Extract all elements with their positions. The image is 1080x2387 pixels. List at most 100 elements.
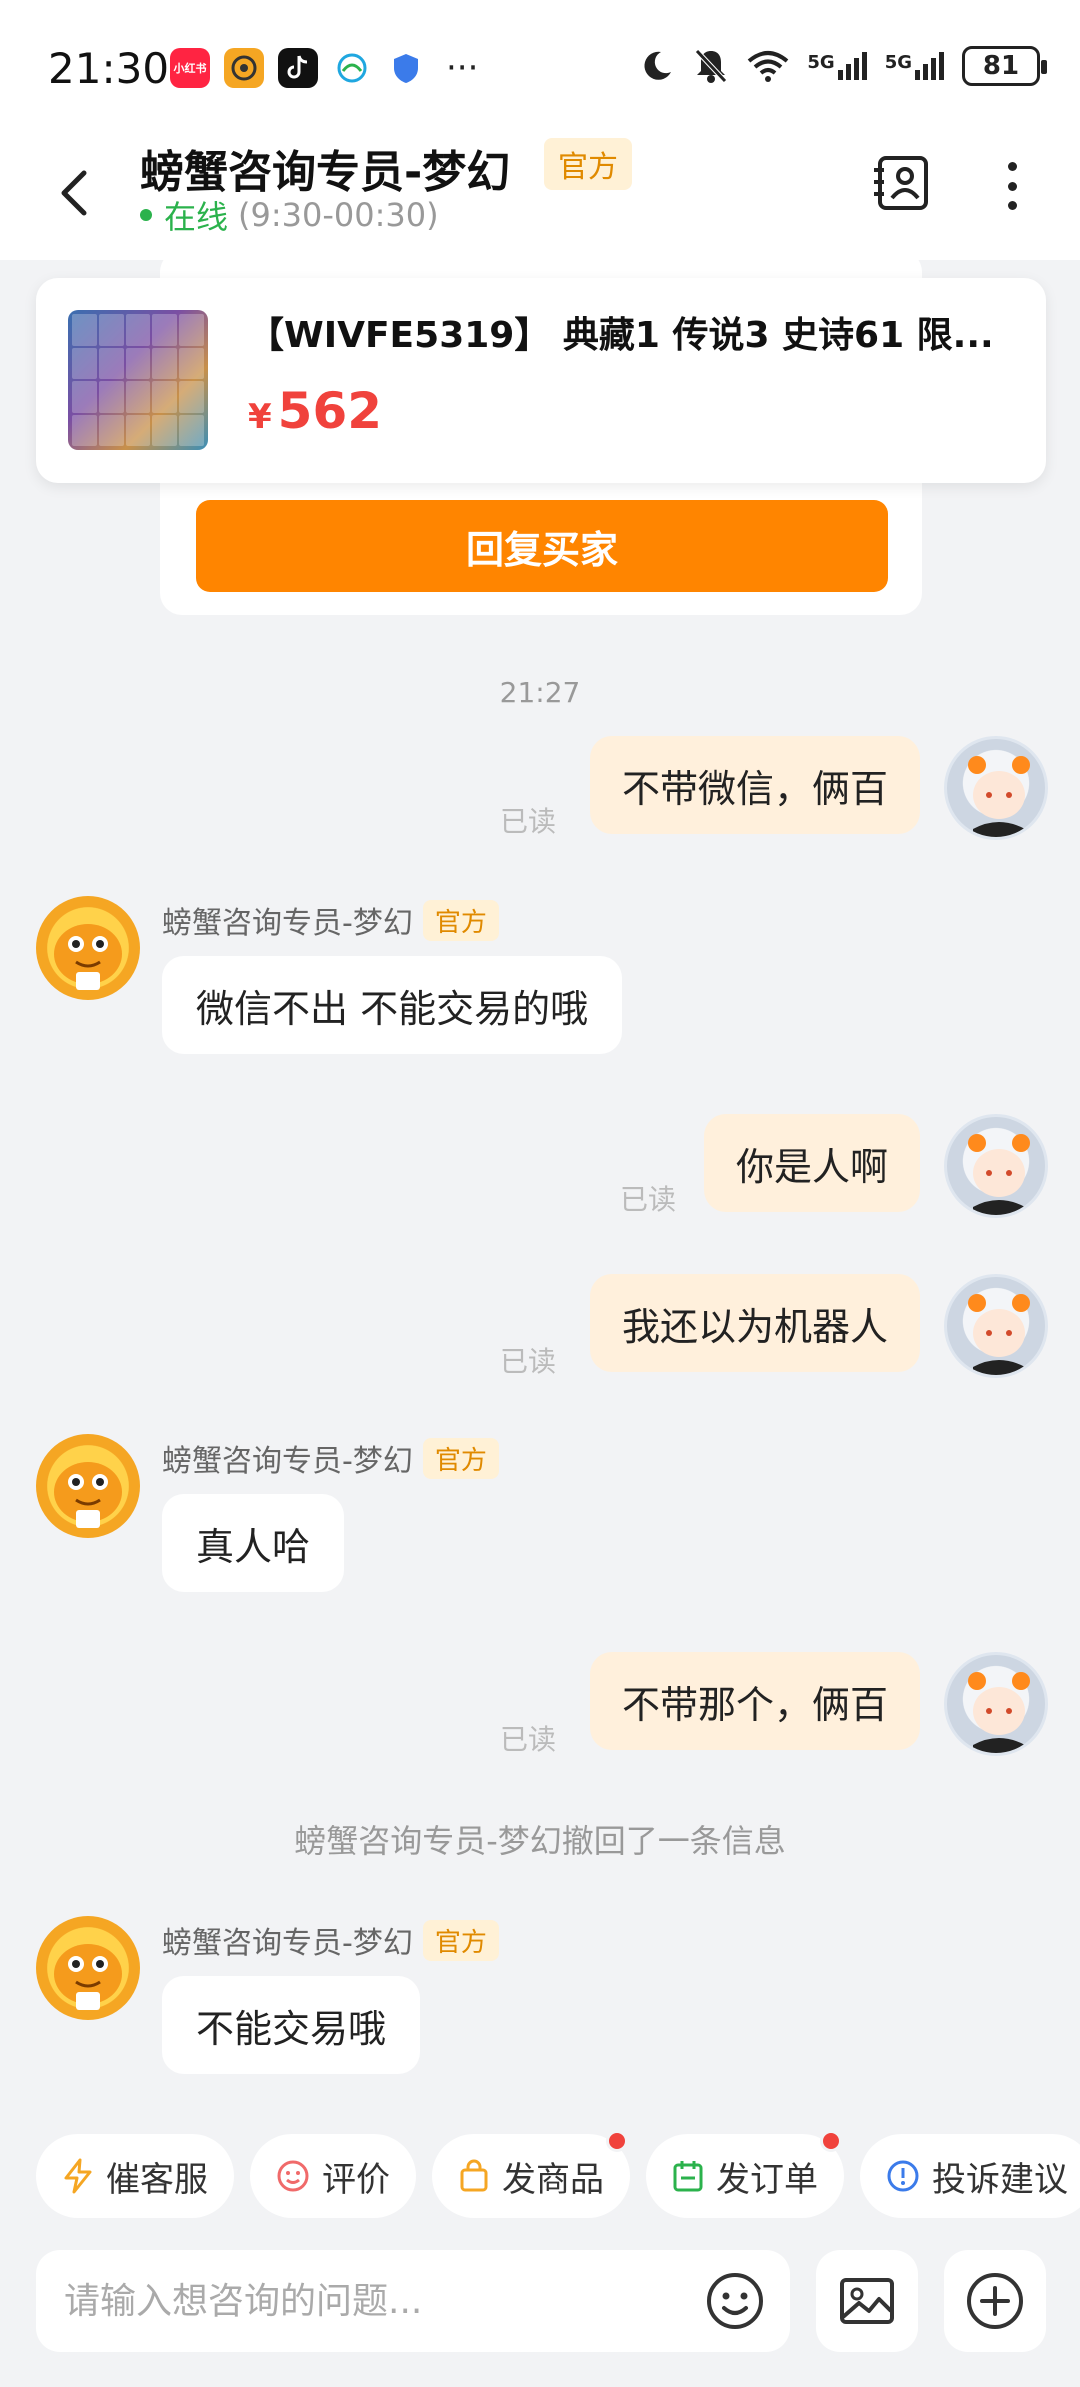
rate-button[interactable]: 评价	[250, 2134, 416, 2218]
emoji-button[interactable]	[704, 2270, 766, 2332]
status-app-icons: 小红书 ···	[170, 48, 478, 88]
user-avatar-icon	[968, 1294, 1030, 1375]
agent-name-row: 螃蟹咨询专员-梦幻 官方	[162, 898, 499, 942]
my-message-bubble[interactable]: 不带那个，俩百	[589, 1652, 920, 1750]
read-receipt: 已读	[500, 805, 557, 838]
user-avatar-icon	[968, 1672, 1030, 1753]
more-options-button[interactable]	[990, 156, 1034, 216]
product-thumbnail	[68, 310, 208, 450]
send-product-button[interactable]: 发商品	[432, 2130, 630, 2218]
agent-message-bubble[interactable]: 微信不出 不能交易的哦	[162, 956, 623, 1054]
message-input[interactable]	[64, 2250, 684, 2352]
notification-dot-icon	[820, 2130, 842, 2152]
agent-name: 螃蟹咨询专员-梦幻	[162, 1444, 413, 1479]
chip-label: 发订单	[716, 2159, 818, 2200]
chip-label: 投诉建议	[932, 2159, 1068, 2200]
online-status-label: 在线	[164, 198, 229, 236]
mobile-carrier-icon	[332, 48, 372, 88]
status-bar: 21:30 小红书 ··· 5G 5G 81	[0, 0, 1080, 130]
chip-label: 评价	[322, 2159, 390, 2200]
read-receipt: 已读	[500, 1345, 557, 1378]
official-badge: 官方	[422, 1919, 499, 1961]
agent-name: 螃蟹咨询专员-梦幻	[162, 1926, 413, 1961]
my-avatar[interactable]	[944, 1652, 1048, 1756]
contact-card-icon	[874, 156, 928, 210]
price-value: 562	[277, 382, 383, 440]
crab-mascot-icon	[54, 924, 122, 990]
info-icon	[887, 2160, 919, 2192]
more-dot-icon	[1007, 181, 1017, 191]
signal-5g-1-icon: 5G	[807, 52, 867, 80]
agent-avatar[interactable]	[36, 1916, 140, 2020]
lightning-icon	[64, 2158, 92, 2194]
mute-bell-icon	[695, 49, 728, 83]
more-functions-button[interactable]	[944, 2250, 1046, 2352]
my-message-bubble[interactable]: 不带微信，俩百	[589, 736, 920, 834]
chat-timestamp: 21:27	[499, 676, 581, 709]
agent-avatar[interactable]	[36, 1434, 140, 1538]
official-badge: 官方	[544, 138, 632, 190]
shield-icon	[386, 48, 426, 88]
my-avatar[interactable]	[944, 1274, 1048, 1378]
agent-message-bubble[interactable]: 不能交易哦	[162, 1976, 421, 2074]
plus-circle-icon	[967, 2273, 1023, 2329]
chat-header: 螃蟹咨询专员-梦幻 官方 在线 (9:30-00:30)	[0, 130, 1080, 260]
moon-icon	[644, 51, 672, 80]
read-receipt: 已读	[500, 1723, 557, 1756]
crab-mascot-icon	[54, 1944, 122, 2010]
app-orange-icon	[224, 48, 264, 88]
xiaohongshu-icon: 小红书	[170, 48, 210, 88]
reply-buyer-button[interactable]: 回复买家	[196, 500, 888, 592]
agent-avatar[interactable]	[36, 896, 140, 1000]
message-input-box	[36, 2250, 790, 2352]
user-avatar-icon	[968, 756, 1030, 837]
status-time: 21:30	[48, 44, 170, 93]
smile-icon	[277, 2160, 309, 2192]
read-receipt: 已读	[620, 1183, 677, 1216]
emoji-icon	[707, 2273, 763, 2329]
send-image-button[interactable]	[816, 2250, 918, 2352]
price-currency: ¥	[248, 397, 272, 437]
product-price: ¥ 562	[248, 382, 382, 440]
back-button[interactable]	[38, 158, 108, 228]
agent-name-row: 螃蟹咨询专员-梦幻 官方	[162, 1436, 499, 1480]
urge-service-button[interactable]: 催客服	[36, 2134, 234, 2218]
my-message-bubble[interactable]: 我还以为机器人	[589, 1274, 920, 1372]
send-order-button[interactable]: 发订单	[646, 2130, 844, 2218]
status-indicators: 5G 5G 81	[639, 46, 1047, 86]
tiktok-icon	[278, 48, 318, 88]
image-icon	[840, 2278, 894, 2324]
battery-icon: 81	[962, 46, 1047, 86]
complaint-button[interactable]: 投诉建议	[860, 2134, 1080, 2218]
chevron-left-icon	[61, 170, 87, 216]
contact-card-button[interactable]	[872, 152, 934, 214]
official-badge: 官方	[422, 1437, 499, 1479]
official-badge: 官方	[422, 899, 499, 941]
crab-mascot-icon	[54, 1462, 122, 1528]
recall-notice: 螃蟹咨询专员-梦幻撤回了一条信息	[294, 1822, 786, 1860]
bottom-toolbar: 催客服 评价 发商品 发订单 投诉建议	[0, 2110, 1080, 2387]
quick-actions: 催客服 评价 发商品 发订单 投诉建议	[36, 2130, 1080, 2218]
more-dot-icon	[1007, 201, 1017, 210]
online-dot-icon	[140, 209, 152, 221]
agent-name-row: 螃蟹咨询专员-梦幻 官方	[162, 1918, 499, 1962]
page-title: 螃蟹咨询专员-梦幻	[140, 147, 511, 198]
chip-label: 发商品	[502, 2159, 604, 2200]
online-status: 在线 (9:30-00:30)	[140, 192, 439, 238]
user-avatar-icon	[968, 1134, 1030, 1215]
my-avatar[interactable]	[944, 1114, 1048, 1218]
chip-label: 催客服	[106, 2159, 208, 2200]
order-icon	[673, 2161, 703, 2192]
product-title: 【WIVFE5319】 典藏1 传说3 史诗61 限...	[248, 315, 994, 356]
notification-dot-icon	[606, 2130, 628, 2152]
my-avatar[interactable]	[944, 736, 1048, 840]
more-notifications-icon: ···	[446, 48, 479, 88]
product-card[interactable]: 【WIVFE5319】 典藏1 传说3 史诗61 限... ¥ 562	[36, 278, 1046, 483]
agent-name: 螃蟹咨询专员-梦幻	[162, 906, 413, 941]
my-message-bubble[interactable]: 你是人啊	[703, 1114, 920, 1212]
bag-icon	[460, 2159, 488, 2192]
agent-message-bubble[interactable]: 真人哈	[162, 1494, 345, 1592]
service-hours: (9:30-00:30)	[238, 196, 439, 234]
wifi-icon	[748, 51, 789, 82]
signal-5g-2-icon: 5G	[885, 52, 944, 80]
